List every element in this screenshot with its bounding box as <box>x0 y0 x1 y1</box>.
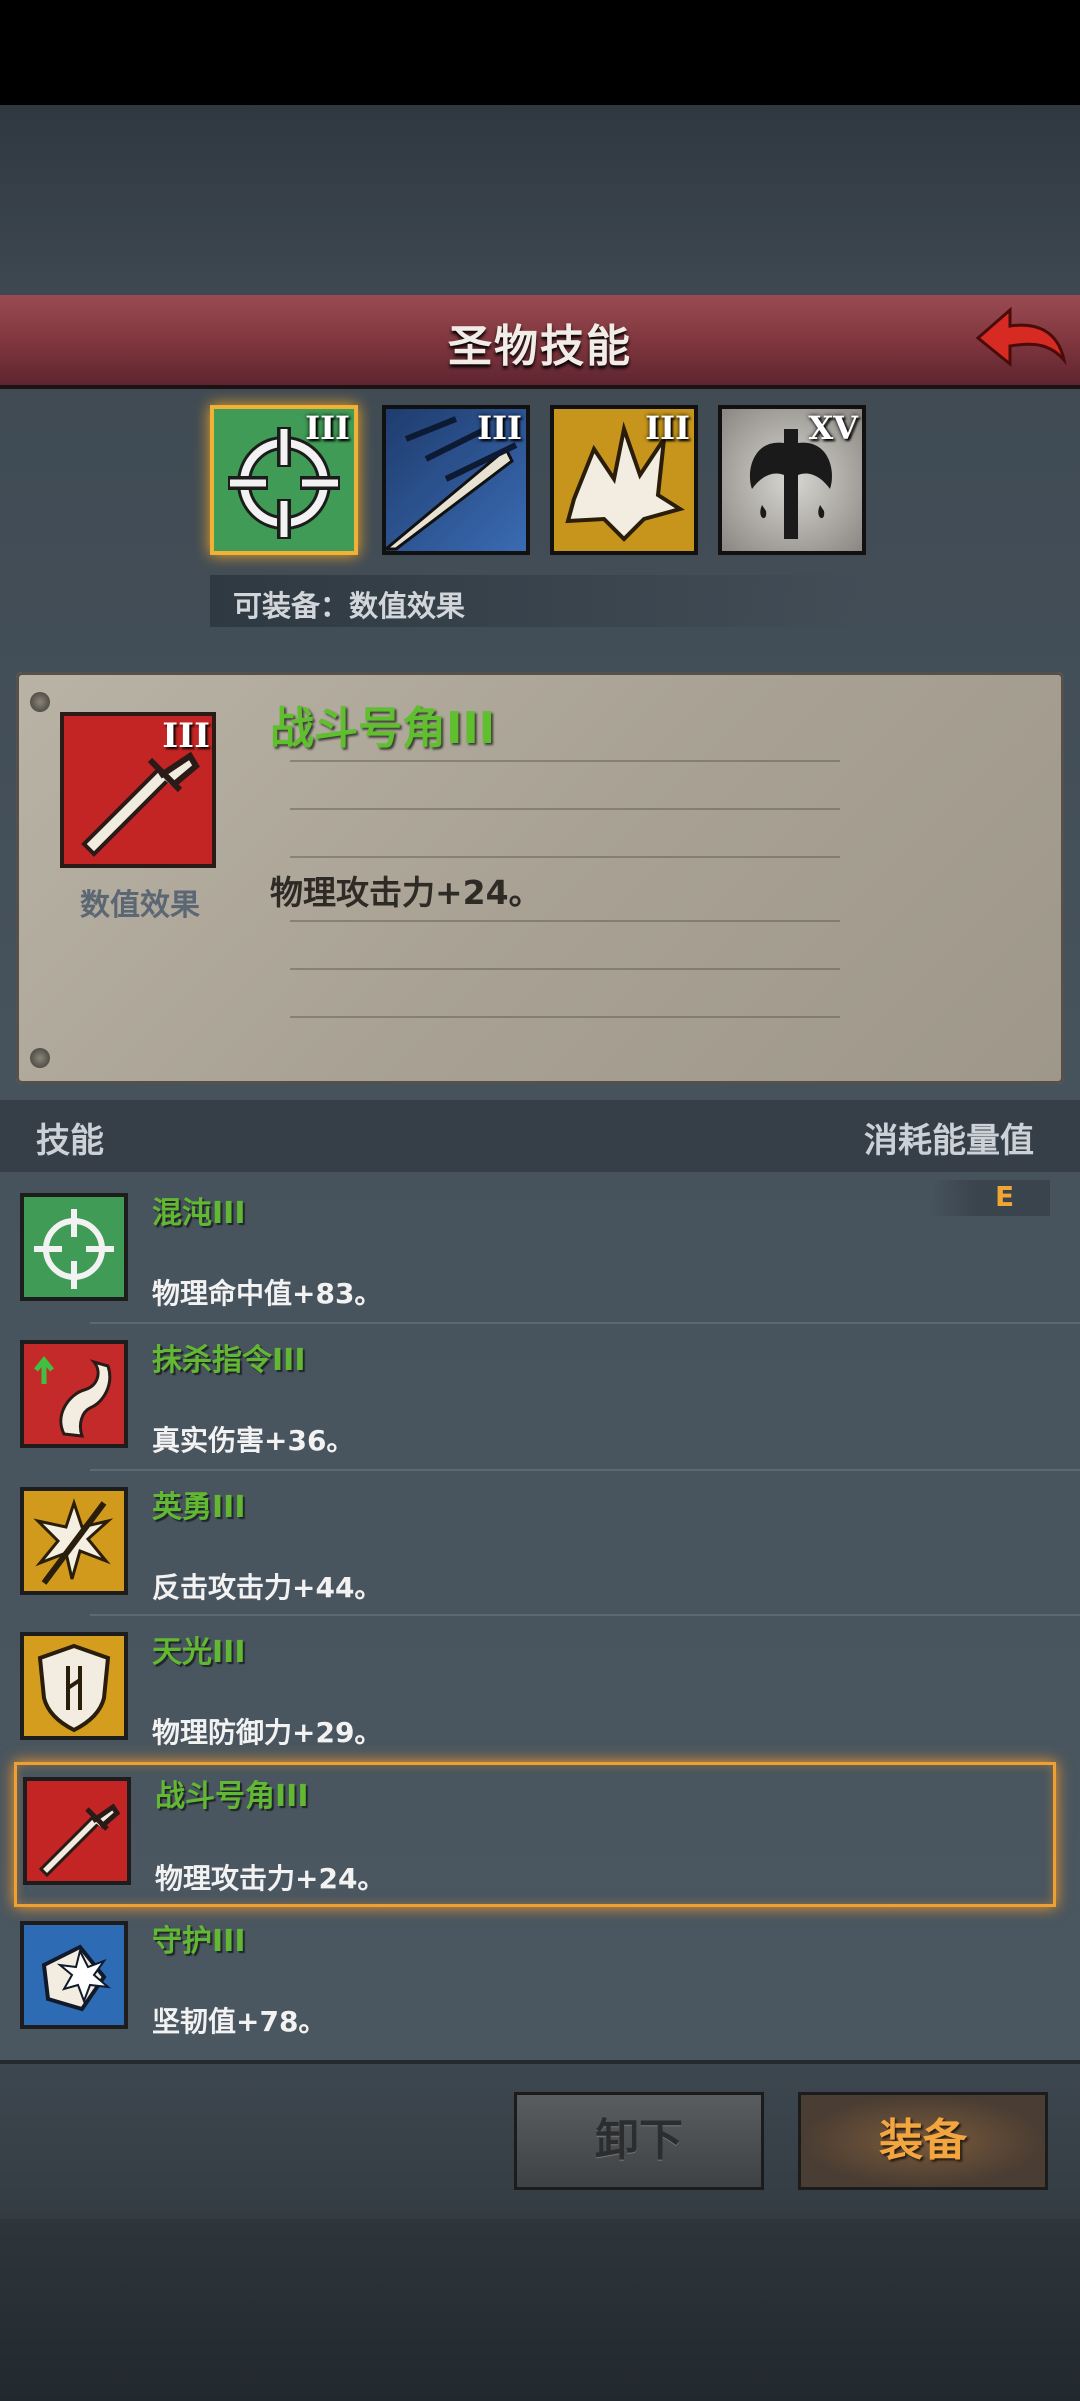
detail-icon-numeral: III <box>162 716 210 756</box>
detail-skill-type: 数值效果 <box>80 888 200 923</box>
skill-name: 战斗号角III <box>155 1779 309 1814</box>
row-divider <box>90 1469 1080 1471</box>
header-energy-label: 消耗能量值 <box>864 1121 1034 1161</box>
skill-name: 混沌III <box>152 1196 246 1231</box>
skill-icon <box>23 1777 131 1885</box>
page-title: 圣物技能 <box>448 321 632 372</box>
row-divider <box>90 1322 1080 1324</box>
unequip-button[interactable]: 卸下 <box>514 2092 764 2190</box>
skill-desc: 真实伤害+36。 <box>152 1424 355 1457</box>
relic-slot-numeral: III <box>477 409 522 447</box>
rivet-icon <box>30 692 50 712</box>
relic-slot-4[interactable]: XV <box>718 405 866 555</box>
skill-desc: 反击攻击力+44。 <box>152 1571 383 1604</box>
equip-hint: 可装备：数值效果 <box>233 589 466 623</box>
background-upper <box>0 105 1080 295</box>
relic-slot-numeral: XV <box>808 409 858 447</box>
skill-icon <box>20 1632 128 1740</box>
skill-icon <box>20 1340 128 1448</box>
shield-icon <box>37 1643 111 1733</box>
skill-desc: 物理防御力+29。 <box>152 1716 383 1749</box>
skill-name: 天光III <box>152 1635 246 1670</box>
skill-name: 守护III <box>152 1924 246 1959</box>
skill-desc: 物理命中值+83。 <box>152 1277 383 1310</box>
status-bar <box>0 0 1080 105</box>
row-divider <box>90 1614 1080 1616</box>
divider <box>290 856 840 858</box>
relic-slot-numeral: III <box>305 409 350 447</box>
relic-slot-1[interactable]: III <box>210 405 358 555</box>
skill-row-2[interactable]: 抹杀指令III 真实伤害+36。 <box>0 1327 1080 1473</box>
skill-icon <box>20 1921 128 2029</box>
relic-slot-3[interactable]: III <box>550 405 698 555</box>
skill-desc: 物理攻击力+24。 <box>155 1862 386 1895</box>
crosshair-icon <box>34 1209 114 1289</box>
skill-name: 英勇III <box>152 1490 246 1525</box>
back-button[interactable] <box>970 298 1070 378</box>
equip-button[interactable]: 装备 <box>798 2092 1048 2190</box>
background-lower <box>0 2215 1080 2401</box>
rivet-icon <box>30 1048 50 1068</box>
skill-row-4[interactable]: 天光III 物理防御力+29。 <box>0 1619 1080 1765</box>
divider <box>290 1016 840 1018</box>
divider <box>290 968 840 970</box>
skill-row-6[interactable]: 守护III 坚韧值+78。 <box>0 1908 1080 2054</box>
skill-row-5-selected[interactable]: 战斗号角III 物理攻击力+24。 <box>14 1762 1056 1907</box>
divider <box>290 920 840 922</box>
skill-desc: 坚韧值+78。 <box>152 2005 327 2038</box>
spear-burst-icon <box>33 1498 114 1585</box>
skill-row-1[interactable]: 混沌III 物理命中值+83。 <box>0 1180 1080 1326</box>
header-skill-label: 技能 <box>36 1121 104 1161</box>
sword-icon <box>38 1803 121 1878</box>
skill-icon <box>20 1487 128 1595</box>
relic-slot-numeral: III <box>645 409 690 447</box>
guard-burst-icon <box>41 1944 112 2012</box>
skill-name: 抹杀指令III <box>152 1343 306 1378</box>
back-arrow-icon <box>975 306 1067 368</box>
detail-skill-desc: 物理攻击力+24。 <box>270 873 542 912</box>
skill-icon <box>20 1193 128 1301</box>
relic-slot-2[interactable]: III <box>381 405 530 555</box>
skill-row-3[interactable]: 英勇III 反击攻击力+44。 <box>0 1474 1080 1620</box>
detail-skill-icon: III <box>60 712 216 868</box>
strike-arm-icon <box>34 1355 112 1438</box>
detail-skill-name: 战斗号角III <box>270 703 496 754</box>
divider <box>290 760 840 762</box>
divider <box>290 808 840 810</box>
